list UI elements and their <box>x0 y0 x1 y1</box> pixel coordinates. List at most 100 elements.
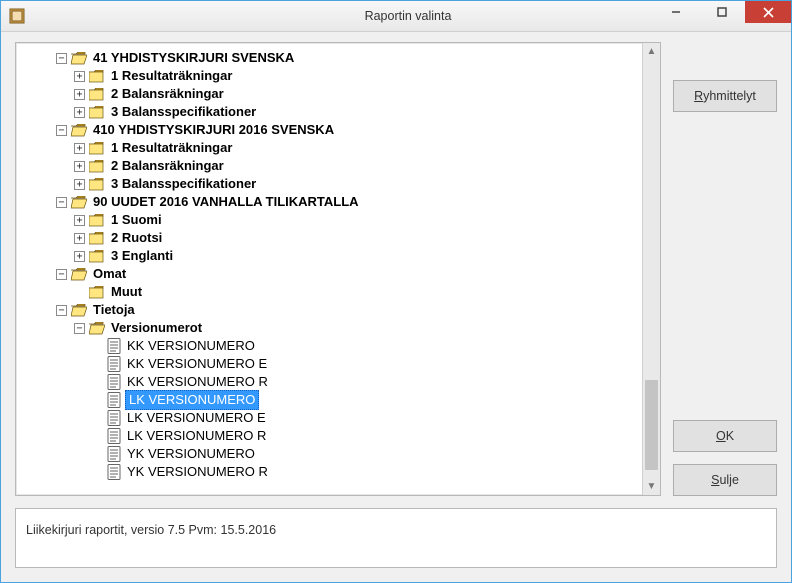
tree-item-label[interactable]: Tietoja <box>91 301 137 319</box>
tree-item-label[interactable]: 3 Balansspecifikationer <box>109 175 258 193</box>
tree-scroll[interactable]: − 41 YHDISTYSKIRJURI SVENSKA+ 1 Resultat… <box>16 43 642 495</box>
tree-row[interactable]: + 3 Englanti <box>24 247 640 265</box>
tree-row[interactable]: − Tietoja <box>24 301 640 319</box>
window: Raportin valinta − 41 YHDISTYSKIRJURI SV… <box>0 0 792 583</box>
tree-item-label[interactable]: 41 YHDISTYSKIRJURI SVENSKA <box>91 49 296 67</box>
tree-row[interactable]: + 1 Resultaträkningar <box>24 139 640 157</box>
tree-item-label[interactable]: 3 Balansspecifikationer <box>109 103 258 121</box>
tree-item-label[interactable]: Omat <box>91 265 128 283</box>
tree-row[interactable]: LK VERSIONUMERO R <box>24 427 640 445</box>
expand-icon[interactable]: + <box>74 161 85 172</box>
report-icon <box>107 392 121 408</box>
tree-row[interactable]: Muut <box>24 283 640 301</box>
tree-row[interactable]: + 1 Suomi <box>24 211 640 229</box>
app-icon <box>9 8 25 24</box>
expand-icon[interactable]: + <box>74 143 85 154</box>
minimize-button[interactable] <box>653 1 699 23</box>
collapse-icon[interactable]: − <box>56 269 67 280</box>
status-panel: Liikekirjuri raportit, versio 7.5 Pvm: 1… <box>15 508 777 568</box>
tree-row[interactable]: YK VERSIONUMERO <box>24 445 640 463</box>
expand-icon[interactable]: + <box>74 215 85 226</box>
report-icon <box>107 356 121 372</box>
report-icon <box>107 446 121 462</box>
tree-item-label[interactable]: 1 Resultaträkningar <box>109 67 234 85</box>
tree-row[interactable]: + 2 Ruotsi <box>24 229 640 247</box>
folder-icon <box>89 160 105 173</box>
status-text: Liikekirjuri raportit, versio 7.5 Pvm: 1… <box>26 523 276 537</box>
groupings-button[interactable]: Ryhmittelyt <box>673 80 777 112</box>
upper-row: − 41 YHDISTYSKIRJURI SVENSKA+ 1 Resultat… <box>15 42 777 496</box>
vertical-scrollbar[interactable]: ▲ ▼ <box>642 43 660 495</box>
tree-item-label[interactable]: 90 UUDET 2016 VANHALLA TILIKARTALLA <box>91 193 361 211</box>
expand-icon[interactable]: + <box>74 233 85 244</box>
folder-icon <box>89 142 105 155</box>
tree-panel: − 41 YHDISTYSKIRJURI SVENSKA+ 1 Resultat… <box>15 42 661 496</box>
scroll-track[interactable] <box>643 60 660 478</box>
collapse-icon[interactable]: − <box>56 53 67 64</box>
tree-item-label[interactable]: 1 Suomi <box>109 211 164 229</box>
maximize-button[interactable] <box>699 1 745 23</box>
folder-icon <box>89 250 105 263</box>
tree-row[interactable]: − 410 YHDISTYSKIRJURI 2016 SVENSKA <box>24 121 640 139</box>
report-icon <box>107 338 121 354</box>
folder-icon <box>89 232 105 245</box>
folder-icon <box>89 70 105 83</box>
folder-open-icon <box>71 304 87 317</box>
tree-row[interactable]: − Versionumerot <box>24 319 640 337</box>
collapse-icon[interactable]: − <box>56 125 67 136</box>
tree-item-label[interactable]: 1 Resultaträkningar <box>109 139 234 157</box>
tree-row[interactable]: KK VERSIONUMERO <box>24 337 640 355</box>
report-icon <box>107 464 121 480</box>
tree-item-label[interactable]: YK VERSIONUMERO R <box>125 463 270 481</box>
tree-item-label[interactable]: LK VERSIONUMERO <box>125 390 259 410</box>
close-button[interactable]: Sulje <box>673 464 777 496</box>
report-icon <box>107 374 121 390</box>
tree-row[interactable]: + 3 Balansspecifikationer <box>24 175 640 193</box>
tree-item-label[interactable]: KK VERSIONUMERO <box>125 337 257 355</box>
folder-open-icon <box>89 322 105 335</box>
tree-item-label[interactable]: LK VERSIONUMERO R <box>125 427 268 445</box>
folder-open-icon <box>71 268 87 281</box>
tree-row[interactable]: KK VERSIONUMERO E <box>24 355 640 373</box>
folder-icon <box>89 106 105 119</box>
expand-icon[interactable]: + <box>74 107 85 118</box>
tree-row[interactable]: LK VERSIONUMERO <box>24 391 640 409</box>
scroll-down-button[interactable]: ▼ <box>643 478 660 495</box>
tree-item-label[interactable]: YK VERSIONUMERO <box>125 445 257 463</box>
tree-item-label[interactable]: Versionumerot <box>109 319 204 337</box>
tree-row[interactable]: YK VERSIONUMERO R <box>24 463 640 481</box>
close-window-button[interactable] <box>745 1 791 23</box>
expand-icon[interactable]: + <box>74 71 85 82</box>
expand-icon[interactable]: + <box>74 89 85 100</box>
tree-item-label[interactable]: 2 Balansräkningar <box>109 157 226 175</box>
report-icon <box>107 428 121 444</box>
scroll-up-button[interactable]: ▲ <box>643 43 660 60</box>
tree-row[interactable]: KK VERSIONUMERO R <box>24 373 640 391</box>
tree-row[interactable]: − 41 YHDISTYSKIRJURI SVENSKA <box>24 49 640 67</box>
tree-item-label[interactable]: 3 Englanti <box>109 247 175 265</box>
tree-row[interactable]: + 1 Resultaträkningar <box>24 67 640 85</box>
scroll-thumb[interactable] <box>645 380 658 470</box>
tree-item-label[interactable]: 2 Balansräkningar <box>109 85 226 103</box>
collapse-icon[interactable]: − <box>74 323 85 334</box>
expand-icon[interactable]: + <box>74 179 85 190</box>
tree-row[interactable]: + 2 Balansräkningar <box>24 85 640 103</box>
tree-row[interactable]: + 2 Balansräkningar <box>24 157 640 175</box>
ok-button[interactable]: OK <box>673 420 777 452</box>
tree-row[interactable]: − Omat <box>24 265 640 283</box>
tree-item-label[interactable]: LK VERSIONUMERO E <box>125 409 268 427</box>
tree-row[interactable]: LK VERSIONUMERO E <box>24 409 640 427</box>
tree-row[interactable]: + 3 Balansspecifikationer <box>24 103 640 121</box>
tree-row[interactable]: − 90 UUDET 2016 VANHALLA TILIKARTALLA <box>24 193 640 211</box>
tree-item-label[interactable]: KK VERSIONUMERO E <box>125 355 269 373</box>
collapse-icon[interactable]: − <box>56 305 67 316</box>
expand-icon[interactable]: + <box>74 251 85 262</box>
side-buttons: Ryhmittelyt OK Sulje <box>673 42 777 496</box>
folder-open-icon <box>71 196 87 209</box>
tree-item-label[interactable]: 2 Ruotsi <box>109 229 164 247</box>
tree-item-label[interactable]: Muut <box>109 283 144 301</box>
tree-item-label[interactable]: 410 YHDISTYSKIRJURI 2016 SVENSKA <box>91 121 336 139</box>
collapse-icon[interactable]: − <box>56 197 67 208</box>
tree: − 41 YHDISTYSKIRJURI SVENSKA+ 1 Resultat… <box>24 49 640 481</box>
tree-item-label[interactable]: KK VERSIONUMERO R <box>125 373 270 391</box>
